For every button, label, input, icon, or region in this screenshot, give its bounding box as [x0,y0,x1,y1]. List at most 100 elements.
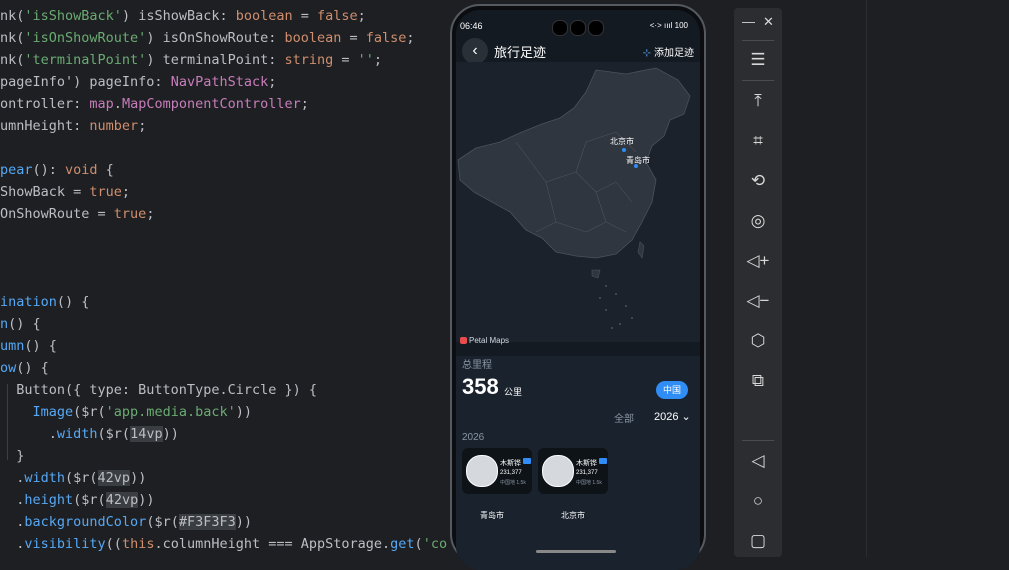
code-line[interactable]: .height($r(42vp)) [0,489,154,511]
pin-top-icon[interactable]: ⤒ [745,88,771,114]
code-token: . [0,470,25,486]
code-token: ($r( [73,404,106,420]
code-token: NavPathStack [170,74,269,90]
code-line[interactable]: ination() { [0,291,89,313]
code-token: { [97,162,114,178]
back-icon[interactable]: ◁ [745,448,771,474]
code-token: Button({ type: ButtonType.Circle }) { [0,382,317,398]
code-editor[interactable]: nk('isShowBack') isShowBack: boolean = f… [0,0,448,557]
code-line[interactable]: .width($r(42vp)) [0,467,146,489]
hainan-shape [591,269,601,279]
multi-screen-icon[interactable]: ⧉ [745,368,771,394]
code-token: 42vp [97,470,131,486]
add-footprint-button[interactable]: ⊹ 添加足迹 [643,44,694,59]
code-token: ; [146,206,155,222]
code-line[interactable]: umnHeight: number; [0,115,146,137]
code-line[interactable]: .visibility((this.columnHeight === AppSt… [0,533,448,555]
code-line[interactable]: nk('terminalPoint') terminalPoint: strin… [0,49,382,71]
code-line[interactable]: ow() { [0,357,49,379]
code-line[interactable]: } [0,445,24,467]
code-token: OnShowRoute = [0,206,114,222]
code-token: '' [357,52,374,68]
code-token: ) isOnShowRoute: [146,30,285,46]
code-token: nk( [0,8,25,24]
stats-panel: 总里程 358 公里 中国 全部 2026 ⌄ 2026 木斯铧 231,377… [456,356,700,570]
home-icon[interactable]: ○ [745,488,771,514]
rotate-icon[interactable]: ⟲ [745,168,771,194]
rotate-device-icon[interactable]: ⬡ [745,328,771,354]
map-view[interactable]: 北京市 青岛市 [456,62,700,342]
plus-icon: ⊹ [642,48,651,59]
code-token: #F3F3F3 [178,514,236,530]
code-token: ; [121,184,131,200]
code-line[interactable]: pear(): void { [0,159,114,181]
year-header: 2026 [462,432,485,443]
code-line[interactable]: Image($r('app.media.back')) [0,401,252,423]
menu-icon[interactable]: ☰ [745,47,771,73]
code-token: } [0,448,25,464]
code-token: height [24,492,74,508]
card-name: 木斯铧 [576,460,597,467]
crop-icon[interactable]: ⌗ [745,128,771,154]
indent-guide [7,384,8,460]
year-select[interactable]: 2026 ⌄ [654,410,691,423]
code-line[interactable]: n() { [0,313,41,335]
code-token: n [0,316,9,332]
toolbar-divider [742,40,774,41]
south-sea-islands [599,285,633,329]
code-token: MapComponentController [121,96,301,112]
code-line[interactable]: .width($r(14vp)) [0,423,179,445]
status-bar: 06:46 <·> ıııl 100 [456,10,700,36]
code-token: 14vp [130,426,163,442]
footprint-card[interactable]: 木斯铧 231,377 中国地 1.5k [462,448,532,494]
country-button[interactable]: 中国 [656,381,688,399]
code-line[interactable]: nk('isOnShowRoute') isOnShowRoute: boole… [0,27,415,49]
code-line[interactable]: nk('isShowBack') isShowBack: boolean = f… [0,5,366,27]
card-city: 青岛市 [480,511,504,520]
code-token: . [0,492,25,508]
code-token: umnHeight: [0,118,90,134]
home-indicator[interactable] [536,550,616,553]
code-token: = [341,30,366,46]
code-token: get [390,536,415,552]
phone-preview: 06:46 <·> ıııl 100 ‹ 旅行足迹 ⊹ 添加足迹 北京市 青岛市… [448,0,710,570]
recents-icon[interactable]: ▢ [745,528,771,554]
code-token: 'terminalPoint' [24,52,147,68]
china-shape [457,67,691,259]
code-line[interactable]: OnShowRoute = true; [0,203,154,225]
code-token: width [56,426,98,442]
code-line[interactable]: Button({ type: ButtonType.Circle }) { [0,379,317,401]
back-button[interactable]: ‹ [462,38,488,64]
distance-unit: 公里 [504,387,523,397]
footprint-card[interactable]: 木斯铧 231,377 中国地 1.5k [538,448,608,494]
code-token: 'colum [422,536,448,552]
code-token: ($r( [97,426,131,442]
code-line[interactable]: .backgroundColor($r(#F3F3F3)) [0,511,252,533]
code-token: () { [8,316,41,332]
code-token: ; [138,118,147,134]
code-token: this [121,536,155,552]
code-token: ; [373,52,383,68]
code-token: . [0,536,25,552]
minimize-icon[interactable]: — [742,14,755,29]
code-line[interactable]: pageInfo') pageInfo: NavPathStack; [0,71,276,93]
code-token: true [89,184,122,200]
close-icon[interactable]: ✕ [763,14,774,30]
code-token: ; [357,8,366,24]
code-token: Image [32,404,74,420]
taiwan-shape [637,241,645,259]
emulator-toolbar: — ✕ ☰ ⤒ ⌗ ⟲ ◎ ◁+ ◁− ⬡ ⧉ ◁ ○ ▢ [734,8,782,557]
code-token: ; [268,74,277,90]
screenshot-icon[interactable]: ◎ [745,208,771,234]
code-line[interactable]: ShowBack = true; [0,181,130,203]
code-line[interactable]: ontroller: map.MapComponentController; [0,93,309,115]
filter-all[interactable]: 全部 [614,410,634,425]
code-token: )) [235,404,252,420]
badge-icon [599,458,607,464]
volume-up-icon[interactable]: ◁+ [745,248,771,274]
code-line[interactable]: umn() { [0,335,57,357]
code-token: .columnHeight === AppStorage. [154,536,391,552]
card-count: 231,377 [576,470,598,476]
volume-down-icon[interactable]: ◁− [745,288,771,314]
